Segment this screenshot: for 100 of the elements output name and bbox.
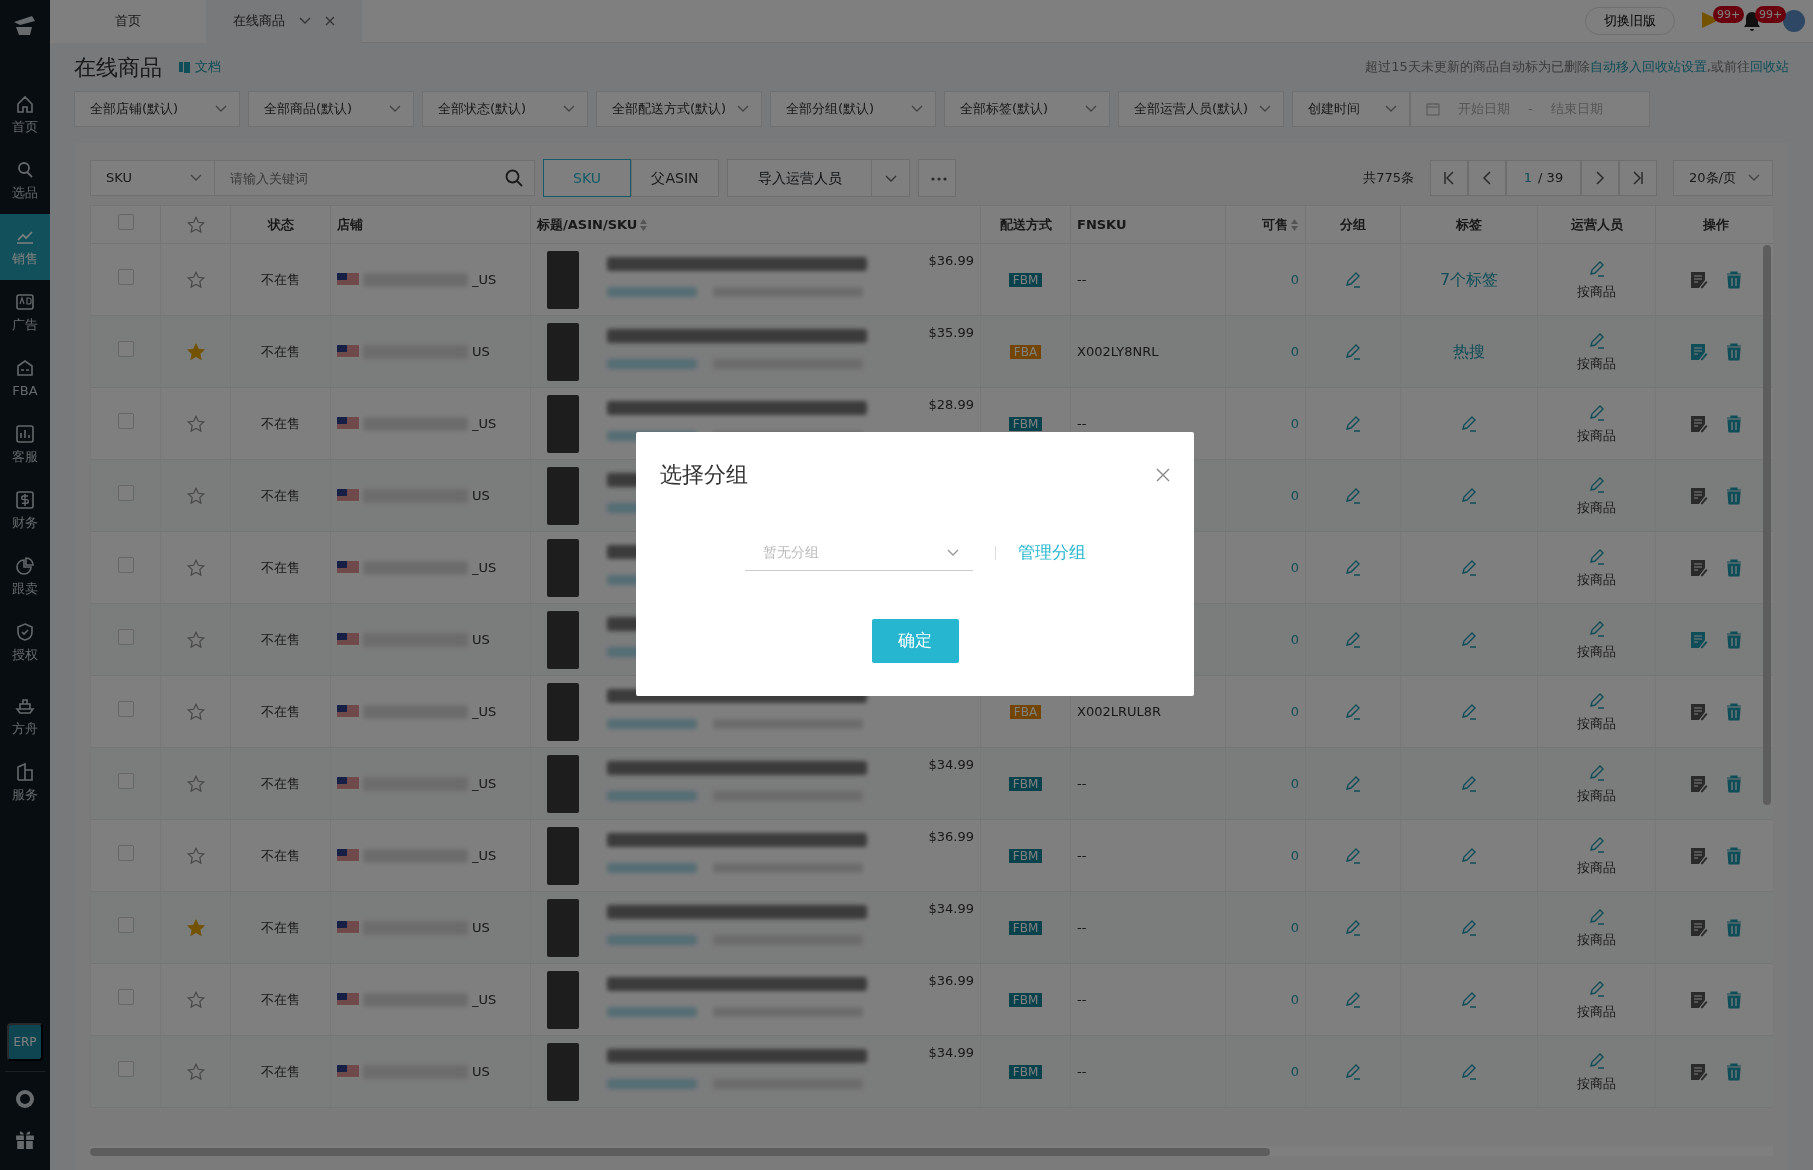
trash-icon[interactable] bbox=[1725, 775, 1742, 794]
row-checkbox[interactable] bbox=[117, 340, 134, 357]
recycle-bin-link[interactable]: 回收站 bbox=[1750, 59, 1789, 75]
avatar[interactable] bbox=[1783, 10, 1805, 32]
trash-icon[interactable] bbox=[1725, 919, 1742, 938]
sidebar-item[interactable]: 销售 bbox=[0, 214, 50, 280]
horizontal-scrollbar[interactable] bbox=[90, 1148, 1270, 1156]
tag-link[interactable]: 7个标签 bbox=[1439, 269, 1499, 289]
note-edit-icon[interactable] bbox=[1689, 559, 1708, 578]
row-checkbox[interactable] bbox=[117, 556, 134, 573]
trash-icon[interactable] bbox=[1725, 991, 1742, 1010]
page-tab[interactable]: 在线商品 bbox=[206, 0, 362, 43]
star-icon[interactable] bbox=[186, 271, 205, 290]
trash-icon[interactable] bbox=[1725, 1063, 1742, 1082]
trash-icon[interactable] bbox=[1725, 343, 1742, 362]
row-checkbox[interactable] bbox=[117, 1060, 134, 1077]
trash-icon[interactable] bbox=[1725, 847, 1742, 866]
pencil-icon[interactable] bbox=[1344, 991, 1362, 1010]
filter-select[interactable]: 全部配送方式(默认) bbox=[596, 91, 762, 127]
note-edit-icon[interactable] bbox=[1689, 775, 1708, 794]
search-field[interactable]: 请输入关键词 bbox=[215, 160, 535, 196]
search-mode-toggle[interactable]: 父ASIN bbox=[631, 159, 719, 197]
switch-version-button[interactable]: 切换旧版 bbox=[1585, 7, 1675, 35]
pencil-icon[interactable] bbox=[1344, 343, 1362, 362]
note-edit-icon[interactable] bbox=[1689, 919, 1708, 938]
pencil-icon[interactable] bbox=[1460, 775, 1478, 794]
trash-icon[interactable] bbox=[1725, 415, 1742, 434]
sidebar-item[interactable]: 跟卖 bbox=[0, 544, 50, 610]
pencil-icon[interactable] bbox=[1587, 979, 1606, 998]
sidebar-item[interactable]: 首页 bbox=[0, 82, 50, 148]
pencil-icon[interactable] bbox=[1344, 559, 1362, 578]
erp-button[interactable]: ERP bbox=[7, 1023, 43, 1061]
pencil-icon[interactable] bbox=[1344, 487, 1362, 506]
settings-link[interactable]: 自动移入回收站设置 bbox=[1589, 59, 1707, 75]
note-edit-icon[interactable] bbox=[1689, 631, 1708, 650]
pencil-icon[interactable] bbox=[1344, 847, 1362, 866]
trash-icon[interactable] bbox=[1725, 559, 1742, 578]
pencil-icon[interactable] bbox=[1587, 1051, 1606, 1070]
import-operator-button[interactable]: 导入运营人员 bbox=[727, 159, 872, 197]
note-edit-icon[interactable] bbox=[1689, 991, 1708, 1010]
tag-link[interactable]: 热搜 bbox=[1453, 341, 1485, 361]
pencil-icon[interactable] bbox=[1460, 415, 1478, 434]
page-number-field[interactable]: 1 bbox=[1523, 168, 1533, 188]
sidebar-item[interactable]: FBA bbox=[0, 346, 50, 412]
search-type-select[interactable]: SKU bbox=[90, 160, 215, 196]
pencil-icon[interactable] bbox=[1587, 619, 1606, 638]
row-checkbox[interactable] bbox=[117, 988, 134, 1005]
pencil-icon[interactable] bbox=[1587, 403, 1606, 422]
row-checkbox[interactable] bbox=[117, 628, 134, 645]
pencil-icon[interactable] bbox=[1344, 631, 1362, 650]
row-checkbox[interactable] bbox=[117, 268, 134, 285]
pencil-icon[interactable] bbox=[1460, 1063, 1478, 1082]
filter-select[interactable]: 全部店铺(默认) bbox=[74, 91, 240, 127]
pencil-icon[interactable] bbox=[1460, 559, 1478, 578]
sidebar-item[interactable]: 服务 bbox=[0, 750, 50, 816]
redacted-asin-link[interactable] bbox=[607, 1006, 697, 1017]
pencil-icon[interactable] bbox=[1460, 631, 1478, 650]
star-icon[interactable] bbox=[186, 775, 205, 794]
group-select[interactable]: 暂无分组 bbox=[744, 535, 973, 571]
note-edit-icon[interactable] bbox=[1689, 415, 1708, 434]
pencil-icon[interactable] bbox=[1587, 907, 1606, 926]
last-page-button[interactable] bbox=[1619, 160, 1657, 196]
row-checkbox[interactable] bbox=[117, 484, 134, 501]
date-type-select[interactable]: 创建时间 bbox=[1292, 91, 1410, 127]
trash-icon[interactable] bbox=[1725, 487, 1742, 506]
page-size-select[interactable]: 20条/页 bbox=[1673, 160, 1773, 196]
search-mode-toggle[interactable]: SKU bbox=[543, 159, 631, 197]
star-icon[interactable] bbox=[186, 703, 205, 722]
star-icon[interactable] bbox=[186, 1063, 205, 1082]
pencil-icon[interactable] bbox=[1344, 919, 1362, 938]
redacted-asin-link[interactable] bbox=[607, 718, 697, 729]
pencil-icon[interactable] bbox=[1344, 775, 1362, 794]
pencil-icon[interactable] bbox=[1460, 487, 1478, 506]
sidebar-item[interactable]: 授权 bbox=[0, 610, 50, 676]
trash-icon[interactable] bbox=[1725, 631, 1742, 650]
star-icon[interactable] bbox=[186, 919, 205, 938]
star-icon[interactable] bbox=[186, 487, 205, 506]
row-checkbox[interactable] bbox=[117, 844, 134, 861]
filter-select[interactable]: 全部状态(默认) bbox=[422, 91, 588, 127]
pencil-icon[interactable] bbox=[1460, 703, 1478, 722]
sidebar-item[interactable]: 财务 bbox=[0, 478, 50, 544]
redacted-asin-link[interactable] bbox=[607, 286, 697, 297]
filter-select[interactable]: 全部标签(默认) bbox=[944, 91, 1110, 127]
pencil-icon[interactable] bbox=[1344, 415, 1362, 434]
sidebar-item[interactable]: 方舟 bbox=[0, 684, 50, 750]
pencil-icon[interactable] bbox=[1460, 919, 1478, 938]
dropdown-toggle-button[interactable] bbox=[872, 159, 910, 197]
next-page-button[interactable] bbox=[1581, 160, 1619, 196]
note-edit-icon[interactable] bbox=[1689, 271, 1708, 290]
sidebar-item[interactable]: 客服 bbox=[0, 412, 50, 478]
pencil-icon[interactable] bbox=[1587, 547, 1606, 566]
note-edit-icon[interactable] bbox=[1689, 703, 1708, 722]
note-edit-icon[interactable] bbox=[1689, 847, 1708, 866]
note-edit-icon[interactable] bbox=[1689, 343, 1708, 362]
trash-icon[interactable] bbox=[1725, 271, 1742, 290]
star-icon[interactable] bbox=[186, 415, 205, 434]
filter-select[interactable]: 全部分组(默认) bbox=[770, 91, 936, 127]
pencil-icon[interactable] bbox=[1344, 271, 1362, 290]
pencil-icon[interactable] bbox=[1460, 991, 1478, 1010]
pencil-icon[interactable] bbox=[1587, 259, 1606, 278]
